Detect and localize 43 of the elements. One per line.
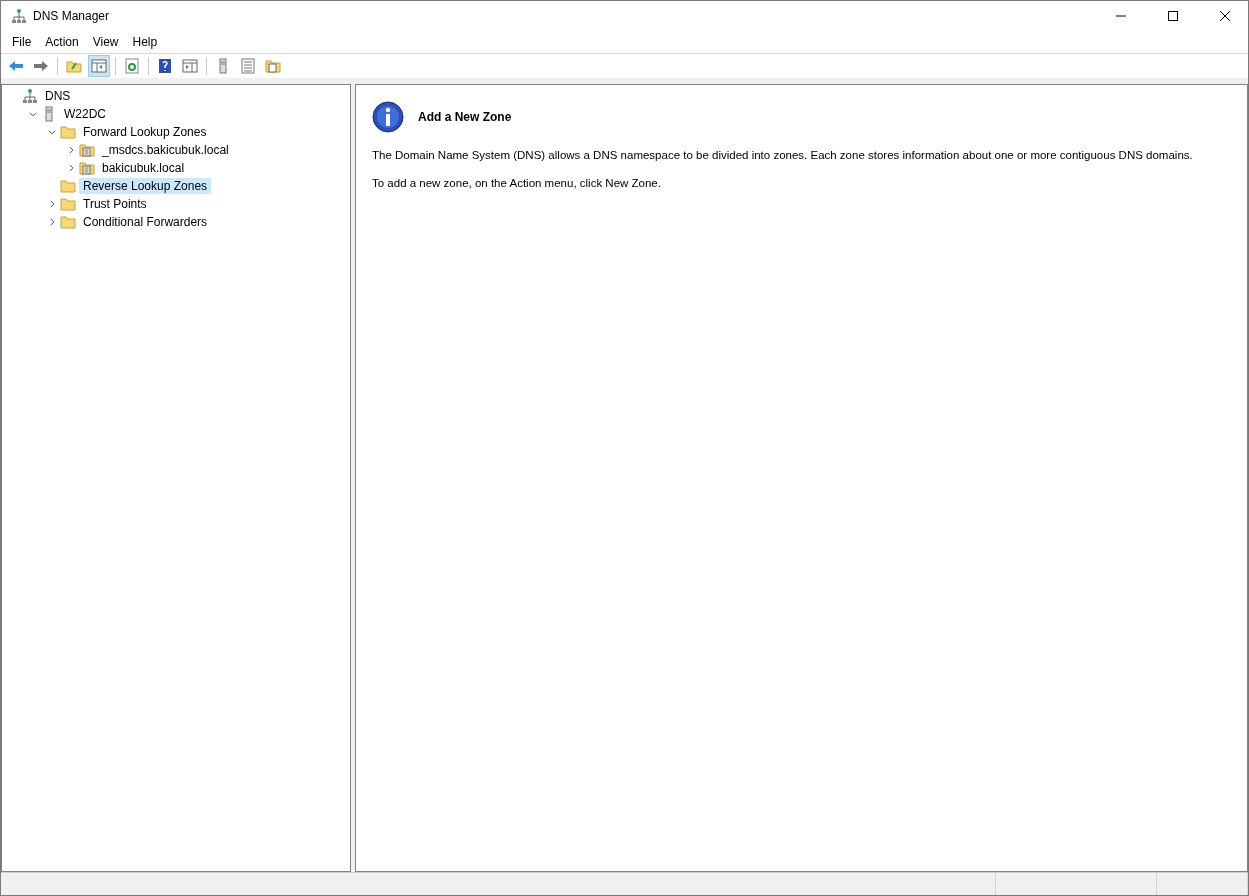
menu-item[interactable]: Action: [38, 35, 86, 49]
pane-icon: [182, 58, 198, 74]
pane-icon: [91, 58, 107, 74]
back-arrow-icon: [8, 58, 24, 74]
window-title: DNS Manager: [33, 9, 111, 23]
tree-item[interactable]: Trust Points: [79, 196, 151, 212]
collapse-chevron-icon[interactable]: [28, 109, 38, 119]
expand-chevron-icon[interactable]: [66, 163, 76, 173]
toolbar-button[interactable]: [88, 55, 110, 77]
menu-item[interactable]: File: [5, 35, 39, 49]
forward-arrow-icon: [33, 58, 49, 74]
expand-chevron-icon[interactable]: [66, 145, 76, 155]
expand-chevron-icon[interactable]: [47, 199, 57, 209]
folder-icon: [60, 196, 76, 212]
folder-icon: [60, 124, 76, 140]
network-icon: [22, 88, 38, 104]
maximize-icon: [1168, 11, 1178, 21]
menu-item[interactable]: Help: [125, 35, 165, 49]
menu-item[interactable]: View: [85, 35, 126, 49]
document-folder-icon: [79, 160, 95, 176]
close-icon: [1220, 11, 1230, 21]
expand-chevron-icon[interactable]: [47, 217, 57, 227]
tree-item[interactable]: DNS: [41, 88, 75, 104]
tree-item[interactable]: bakicubuk.local: [98, 160, 189, 176]
paragraph: The Domain Name System (DNS) allows a DNS namespace to be divided into zones. Each zone stores information about one or more contiguous DNS domains.: [372, 149, 1194, 161]
collapse-chevron-icon[interactable]: [47, 127, 57, 137]
tree-item[interactable]: _msdcs.bakicubuk.local: [98, 142, 233, 158]
folder-up-icon: [66, 58, 82, 74]
tree-item[interactable]: Reverse Lookup Zones: [79, 178, 212, 194]
info-icon: [372, 101, 404, 133]
tree-item[interactable]: Forward Lookup Zones: [79, 124, 211, 140]
paragraph: To add a new zone, on the Action menu, click New Zone.: [372, 177, 662, 189]
network-icon: [11, 8, 27, 24]
tree-item[interactable]: W22DC: [60, 106, 110, 122]
document-folder-icon: [265, 58, 281, 74]
folder-icon: [60, 178, 76, 194]
list-icon: [240, 58, 256, 74]
heading: Add a New Zone: [418, 110, 512, 124]
document-folder-icon: [79, 142, 95, 158]
folder-icon: [60, 214, 76, 230]
tree-item[interactable]: Conditional Forwarders: [79, 214, 212, 230]
refresh-icon: [124, 58, 140, 74]
help-icon: [157, 58, 173, 74]
